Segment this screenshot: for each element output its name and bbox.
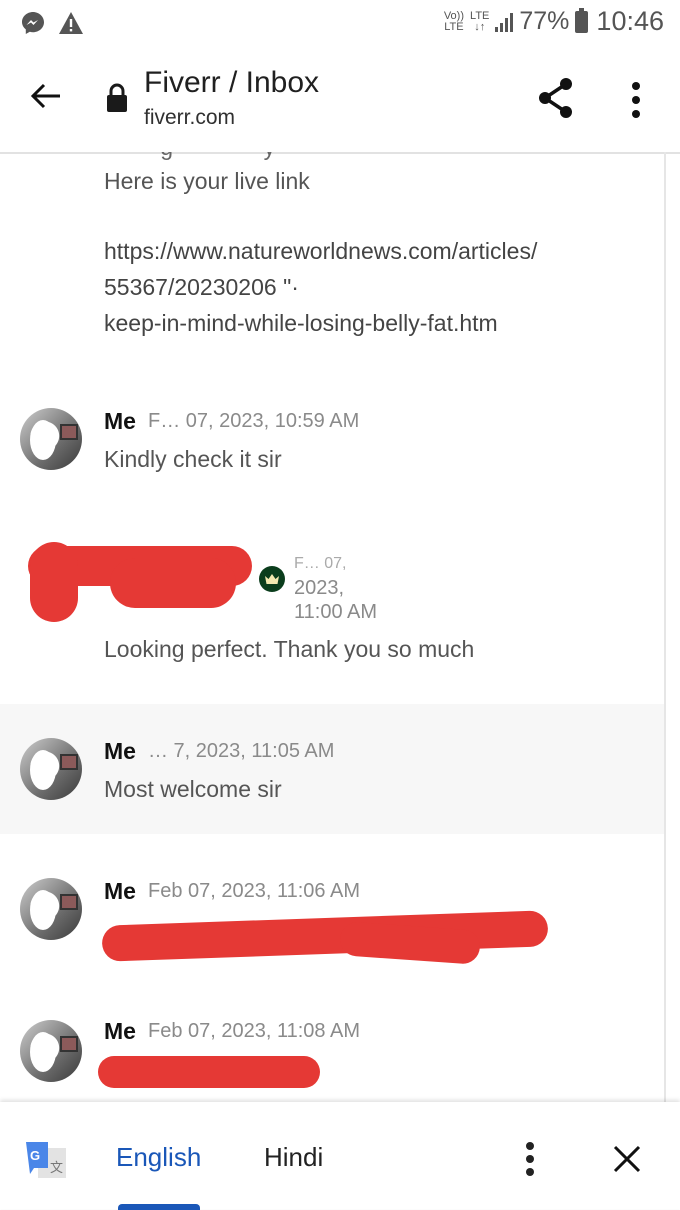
message-timestamp: F… 07, 2023, 11:00 AM — [294, 555, 378, 623]
message-item: Me … 7, 2023, 11:05 AM Most welcome sir — [0, 704, 664, 834]
share-icon[interactable] — [536, 76, 576, 120]
tab-hindi[interactable]: Hindi — [264, 1142, 323, 1173]
message-timestamp: Feb 07, 2023, 11:08 AM — [148, 1020, 361, 1042]
svg-text:文: 文 — [50, 1161, 63, 1176]
message-item: Me F… 07, 2023, 10:59 AM Kindly check it… — [0, 392, 664, 482]
message-timestamp: … 7, 2023, 11:05 AM — [148, 740, 335, 762]
message-text: Kindly check it sir — [104, 446, 282, 472]
previous-message-body: Here is your live link https://www.natur… — [104, 164, 644, 341]
signal-icon — [495, 12, 514, 32]
more-vert-icon[interactable] — [520, 1140, 540, 1180]
live-link[interactable]: https://www.natureworldnews.com/articles… — [104, 233, 644, 341]
lock-icon — [107, 83, 127, 112]
message-item: F… 07, 2023, 11:00 AM Looking perfect. T… — [0, 532, 664, 672]
message-sender: Me — [104, 878, 136, 904]
warning-icon — [59, 12, 83, 34]
scrollbar-track[interactable] — [664, 152, 666, 1102]
message-timestamp: F… 07, 2023, 10:59 AM — [148, 410, 360, 432]
redacted-avatar — [30, 542, 78, 622]
live-link-line[interactable]: keep-in-mind-while-losing-belly-fat.htm — [104, 305, 644, 341]
avatar[interactable] — [20, 878, 82, 940]
tab-english[interactable]: English — [116, 1142, 201, 1173]
close-icon[interactable] — [612, 1144, 642, 1174]
redacted-message — [98, 1056, 320, 1088]
live-link-line[interactable]: https://www.natureworldnews.com/articles… — [104, 233, 644, 269]
page-domain: fiverr.com — [144, 106, 236, 129]
translate-bar: G 文 English Hindi — [0, 1102, 680, 1210]
message-sender: Me — [104, 408, 136, 434]
battery-icon — [575, 7, 589, 33]
message-timestamp: Feb 07, 2023, 11:06 AM — [148, 880, 361, 902]
avatar[interactable] — [20, 1020, 82, 1082]
messenger-icon — [22, 12, 44, 34]
avatar[interactable] — [20, 738, 82, 800]
browser-app-bar: Fiverr / Inbox fiverr.com — [0, 46, 680, 154]
back-arrow-icon[interactable] — [26, 76, 66, 116]
message-item: Me Feb 07, 2023, 11:06 AM — [0, 864, 664, 974]
selected-tab-indicator — [118, 1204, 200, 1210]
live-link-intro: Here is your live link — [104, 168, 310, 194]
clock: 10:46 — [596, 6, 664, 36]
crown-icon — [259, 566, 285, 592]
google-translate-icon: G 文 — [26, 1142, 66, 1178]
conversation-panel[interactable]: · · · · g · · · · · · y · · Here is your… — [0, 152, 680, 1102]
page-title: Fiverr / Inbox — [144, 66, 320, 99]
message-sender: Me — [104, 1018, 136, 1044]
live-link-line[interactable]: 55367/20230206 "· — [104, 269, 644, 305]
message-text: Most welcome sir — [104, 776, 282, 802]
battery-percent: 77% — [519, 7, 570, 35]
more-vert-icon[interactable] — [624, 80, 648, 120]
redacted-sender — [110, 558, 236, 608]
message-item: Me Feb 07, 2023, 11:08 AM — [0, 1004, 664, 1102]
message-sender: Me — [104, 738, 136, 764]
redacted-message — [101, 910, 549, 962]
lte-indicator: LTE ↓↑ — [470, 9, 490, 33]
message-text: Looking perfect. Thank you so much — [104, 636, 475, 662]
avatar[interactable] — [20, 408, 82, 470]
svg-text:G: G — [30, 1148, 40, 1163]
status-bar: Vo)) LTE LTE ↓↑ 77% 10:46 — [0, 0, 680, 46]
volte-indicator: Vo)) LTE — [443, 9, 465, 33]
